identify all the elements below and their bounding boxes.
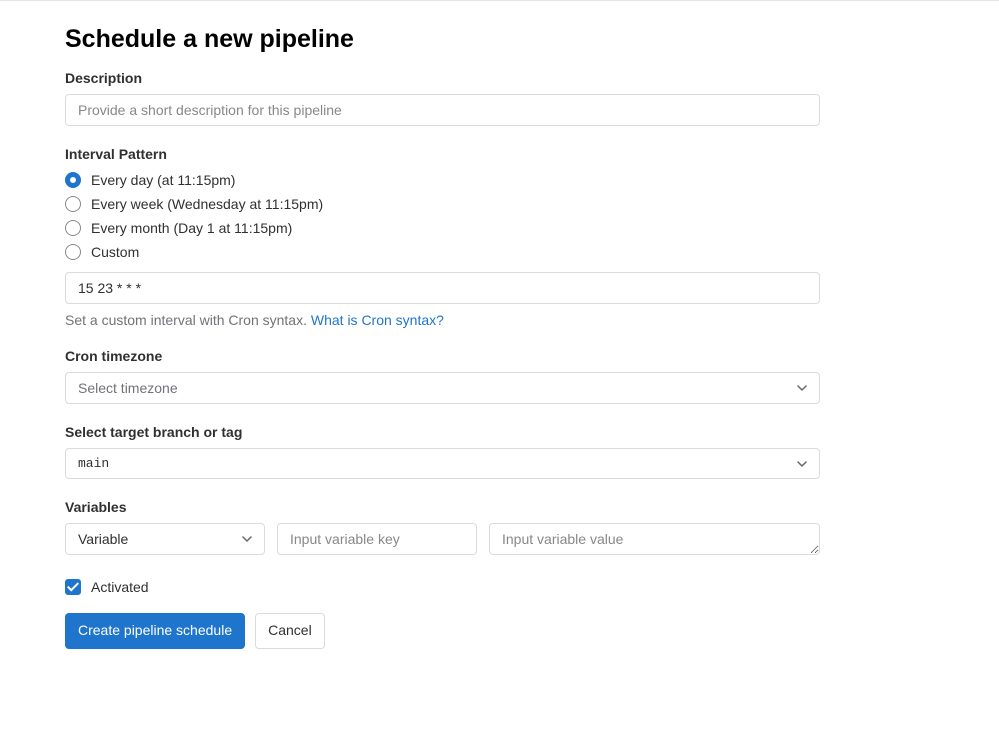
branch-label: Select target branch or tag (65, 424, 820, 440)
cron-expression-input[interactable] (65, 272, 820, 304)
interval-radio-custom[interactable]: Custom (65, 244, 820, 260)
cron-syntax-link[interactable]: What is Cron syntax? (311, 312, 444, 328)
timezone-select[interactable]: Select timezone (65, 372, 820, 404)
variable-value-input[interactable] (489, 523, 820, 555)
branch-select-value: main (78, 456, 109, 471)
interval-radio-custom-input[interactable] (65, 244, 81, 260)
cron-help-text: Set a custom interval with Cron syntax. … (65, 312, 820, 328)
variable-type-value: Variable (78, 531, 128, 547)
page-title: Schedule a new pipeline (65, 25, 820, 54)
chevron-down-icon (240, 532, 254, 546)
interval-radio-daily[interactable]: Every day (at 11:15pm) (65, 172, 820, 188)
chevron-down-icon (795, 457, 809, 471)
create-pipeline-schedule-button[interactable]: Create pipeline schedule (65, 613, 245, 649)
description-input[interactable] (65, 94, 820, 126)
interval-radio-daily-label: Every day (at 11:15pm) (91, 172, 235, 188)
timezone-select-value: Select timezone (78, 380, 178, 396)
cancel-button[interactable]: Cancel (255, 613, 325, 649)
variables-label: Variables (65, 499, 820, 515)
timezone-label: Cron timezone (65, 348, 820, 364)
interval-radio-weekly-input[interactable] (65, 196, 81, 212)
interval-radio-weekly[interactable]: Every week (Wednesday at 11:15pm) (65, 196, 820, 212)
description-label: Description (65, 70, 820, 86)
chevron-down-icon (795, 381, 809, 395)
cron-help-text-content: Set a custom interval with Cron syntax. (65, 312, 311, 328)
interval-radio-monthly-input[interactable] (65, 220, 81, 236)
interval-radio-custom-label: Custom (91, 244, 139, 260)
interval-radio-monthly[interactable]: Every month (Day 1 at 11:15pm) (65, 220, 820, 236)
interval-label: Interval Pattern (65, 146, 820, 162)
interval-radio-weekly-label: Every week (Wednesday at 11:15pm) (91, 196, 323, 212)
branch-select[interactable]: main (65, 448, 820, 479)
activated-checkbox[interactable] (65, 579, 81, 595)
interval-radio-monthly-label: Every month (Day 1 at 11:15pm) (91, 220, 292, 236)
interval-radio-daily-input[interactable] (65, 172, 81, 188)
variable-key-input[interactable] (277, 523, 477, 555)
activated-label: Activated (91, 579, 149, 595)
variable-type-select[interactable]: Variable (65, 523, 265, 555)
